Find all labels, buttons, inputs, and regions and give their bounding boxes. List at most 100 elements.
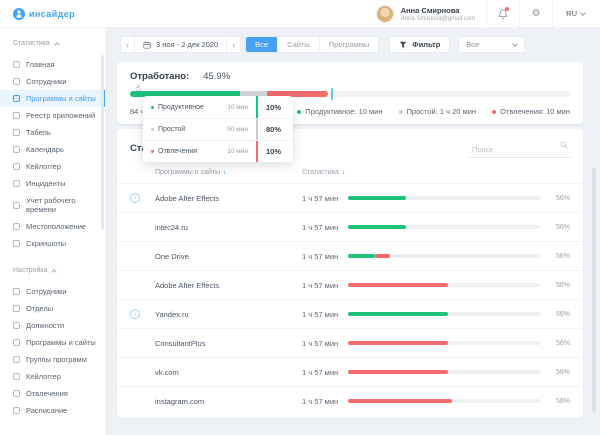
tab-programs[interactable]: Программы xyxy=(320,37,379,52)
sort-desc-icon: ↓ xyxy=(223,169,227,176)
language-selector[interactable]: RU xyxy=(553,9,585,18)
sidebar-item-incidents[interactable]: Инциденты xyxy=(0,175,105,192)
notifications-button[interactable] xyxy=(487,0,519,28)
sidebar-item-calendar[interactable]: Календарь xyxy=(0,141,105,158)
chevron-up-icon xyxy=(54,42,60,48)
sidebar-item-program-groups[interactable]: Группы программ xyxy=(0,351,105,368)
sidebar-item-timesheet[interactable]: Табель xyxy=(0,124,105,141)
schedule-icon xyxy=(13,407,20,414)
row-progress-bar xyxy=(348,225,540,229)
sidebar-item-home[interactable]: Главная xyxy=(0,56,105,73)
employees-icon xyxy=(13,78,20,85)
expand-row-icon[interactable]: ↓ xyxy=(130,309,140,319)
avatar[interactable] xyxy=(376,5,394,23)
sidebar-item-settings-employees[interactable]: Сотрудники xyxy=(0,283,105,300)
user-email: Anna.Smirnova@gmail.com xyxy=(401,16,475,22)
sidebar-item-distractions[interactable]: Отвлечения xyxy=(0,385,105,402)
sidebar-item-keylogger[interactable]: Кейлоггер xyxy=(0,158,105,175)
keylogger-icon xyxy=(13,163,20,170)
table-row: ConsultantPlus 1 ч 57 мин 56% xyxy=(117,328,583,357)
header-right: Анна Смирнова Anna.Smirnova@gmail.com ⚙ … xyxy=(376,0,600,27)
filter-dropdown[interactable]: Все xyxy=(458,36,525,53)
location-icon xyxy=(13,223,20,230)
date-range-button[interactable]: 3 ноя - 2 дек 2020 xyxy=(135,37,226,52)
programs-icon xyxy=(13,339,20,346)
main-area: ‹ 3 ноя - 2 дек 2020 › Все Сайты Програм… xyxy=(105,28,600,435)
tab-all[interactable]: Все xyxy=(246,37,278,52)
table-row: Adobe After Effects 1 ч 57 мин 56% xyxy=(117,270,583,299)
sidebar-item-settings-programs-sites[interactable]: Программы и сайты xyxy=(0,334,105,351)
sidebar: Статистика Главная Сотрудники Программы … xyxy=(0,28,105,435)
sidebar-scrollbar[interactable] xyxy=(101,55,104,230)
main-scrollbar[interactable] xyxy=(592,168,596,412)
search-icon xyxy=(560,141,568,149)
table-row: ↓ Yandex.ru 1 ч 57 мин 56% xyxy=(117,299,583,328)
departments-icon xyxy=(13,305,20,312)
row-progress-bar xyxy=(348,399,540,403)
progress-marker xyxy=(331,88,333,100)
program-groups-icon xyxy=(13,356,20,363)
section-settings[interactable]: Настройка xyxy=(0,267,105,274)
row-progress-bar xyxy=(348,312,540,316)
user-menu[interactable]: Анна Смирнова Anna.Smirnova@gmail.com xyxy=(401,6,475,22)
section-statistics[interactable]: Статистика xyxy=(0,40,105,47)
bar-tooltip: Продуктивное10 мин 10% Простой50 мин 80%… xyxy=(143,96,293,162)
column-programs-sites[interactable]: Программы и сайты↓ xyxy=(155,169,302,176)
row-progress-bar xyxy=(348,196,540,200)
table-header: Программы и сайты↓ Статистика↓ xyxy=(117,164,583,183)
scope-tabs: Все Сайты Программы xyxy=(245,36,379,53)
insider-logo-icon xyxy=(13,8,25,20)
sidebar-item-departments[interactable]: Отделы xyxy=(0,300,105,317)
settings-button[interactable]: ⚙ xyxy=(520,0,552,28)
sidebar-item-settings-keylogger[interactable]: Кейлоггер xyxy=(0,368,105,385)
tooltip-row: Продуктивное10 мин 10% xyxy=(143,96,293,118)
tab-sites[interactable]: Сайты xyxy=(278,37,320,52)
prev-period-button[interactable]: ‹ xyxy=(121,37,135,52)
language-value: RU xyxy=(566,9,577,18)
distraction-dot-icon xyxy=(492,110,496,114)
incidents-icon xyxy=(13,180,20,187)
date-range-picker: ‹ 3 ноя - 2 дек 2020 › xyxy=(120,36,241,53)
table-row: instagram.com 1 ч 57 мин 56% xyxy=(117,386,583,415)
notification-badge xyxy=(505,7,509,11)
section-title: Настройка xyxy=(13,267,47,274)
next-period-button[interactable]: › xyxy=(226,37,240,52)
column-statistics[interactable]: Статистика↓ xyxy=(302,169,348,176)
screenshots-icon xyxy=(13,240,20,247)
sidebar-item-employees[interactable]: Сотрудники xyxy=(0,73,105,90)
sidebar-item-schedule[interactable]: Расписание xyxy=(0,402,105,419)
sidebar-item-app-registry[interactable]: Реестр приложений xyxy=(0,107,105,124)
sidebar-item-location[interactable]: Местоположение xyxy=(0,218,105,235)
row-progress-bar xyxy=(348,254,540,258)
programs-icon xyxy=(13,95,20,102)
worked-label: Отработано: xyxy=(130,71,189,82)
filter-button[interactable]: Фильтр xyxy=(389,36,450,53)
brand-logo[interactable]: инсайдер xyxy=(0,8,105,20)
sidebar-item-programs-sites[interactable]: Программы и сайты xyxy=(0,90,105,107)
search-box xyxy=(470,139,570,158)
worktime-icon xyxy=(13,202,20,209)
idle-dot-icon xyxy=(151,128,154,131)
sidebar-item-worktime[interactable]: Учет рабочего времени xyxy=(0,192,105,218)
legend: Продуктивное: 10 мин Простой: 1 ч 20 мин… xyxy=(297,107,570,116)
search-input[interactable] xyxy=(470,143,570,158)
statistics-card: Статистика Программы и сайты↓ Статистика… xyxy=(117,129,583,418)
timesheet-icon xyxy=(13,129,20,136)
table-row: One Drive 1 ч 57 мин 56% xyxy=(117,241,583,270)
sidebar-item-screenshots[interactable]: Скриншоты xyxy=(0,235,105,252)
legend-item-distraction: Отвлечения: 10 мин xyxy=(492,107,570,116)
distraction-dot-icon xyxy=(151,150,154,153)
sidebar-item-positions[interactable]: Должности xyxy=(0,317,105,334)
calendar-icon xyxy=(13,146,20,153)
sort-desc-icon: ↓ xyxy=(342,169,346,176)
keylogger-icon xyxy=(13,373,20,380)
user-name: Анна Смирнова xyxy=(401,6,475,15)
brand-name: инсайдер xyxy=(29,9,75,19)
toolbar: ‹ 3 ноя - 2 дек 2020 › Все Сайты Програм… xyxy=(120,36,583,53)
table-row: vk.com 1 ч 57 мин 56% xyxy=(117,357,583,386)
positions-icon xyxy=(13,322,20,329)
chevron-down-icon xyxy=(512,41,518,47)
tooltip-row: Простой50 мин 80% xyxy=(143,118,293,140)
expand-row-icon[interactable]: ↓ xyxy=(130,193,140,203)
filter-dropdown-value: Все xyxy=(466,40,479,49)
